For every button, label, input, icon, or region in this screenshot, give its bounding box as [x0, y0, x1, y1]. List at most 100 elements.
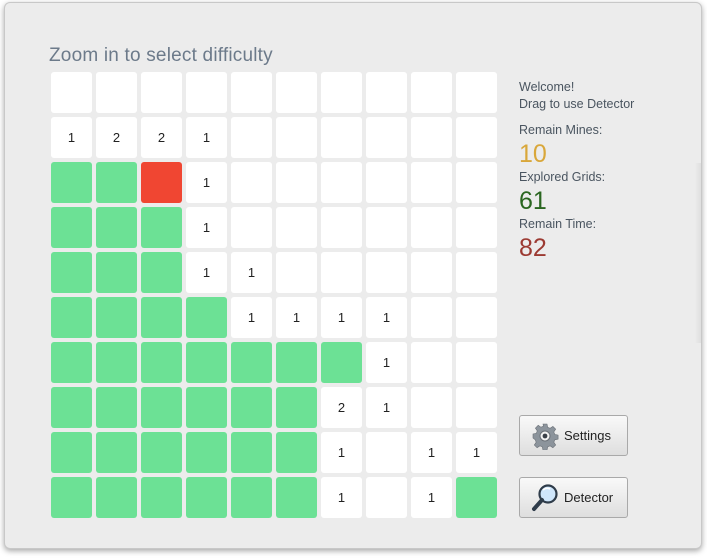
revealed-cell[interactable]: 1	[186, 207, 227, 248]
revealed-cell[interactable]	[456, 207, 497, 248]
revealed-cell[interactable]	[321, 207, 362, 248]
covered-cell[interactable]	[96, 477, 137, 518]
revealed-cell[interactable]: 1	[186, 117, 227, 158]
revealed-cell[interactable]: 1	[51, 117, 92, 158]
revealed-cell[interactable]	[231, 117, 272, 158]
covered-cell[interactable]	[456, 477, 497, 518]
covered-cell[interactable]	[51, 477, 92, 518]
covered-cell[interactable]	[141, 297, 182, 338]
revealed-cell[interactable]	[366, 162, 407, 203]
minefield-board[interactable]: 12211111111112111111	[51, 72, 501, 522]
revealed-cell[interactable]: 2	[96, 117, 137, 158]
revealed-cell[interactable]	[231, 207, 272, 248]
revealed-cell[interactable]: 1	[366, 387, 407, 428]
revealed-cell[interactable]	[366, 72, 407, 113]
covered-cell[interactable]	[141, 387, 182, 428]
revealed-cell[interactable]	[456, 297, 497, 338]
settings-button[interactable]: Settings	[519, 415, 628, 456]
covered-cell[interactable]	[276, 477, 317, 518]
covered-cell[interactable]	[51, 162, 92, 203]
revealed-cell[interactable]	[141, 72, 182, 113]
revealed-cell[interactable]	[51, 72, 92, 113]
revealed-cell[interactable]	[276, 72, 317, 113]
revealed-cell[interactable]	[456, 117, 497, 158]
revealed-cell[interactable]: 1	[231, 252, 272, 293]
covered-cell[interactable]	[186, 387, 227, 428]
revealed-cell[interactable]	[456, 252, 497, 293]
revealed-cell[interactable]	[321, 117, 362, 158]
covered-cell[interactable]	[231, 387, 272, 428]
covered-cell[interactable]	[276, 387, 317, 428]
revealed-cell[interactable]: 2	[321, 387, 362, 428]
revealed-cell[interactable]	[231, 162, 272, 203]
revealed-cell[interactable]	[456, 162, 497, 203]
detector-button[interactable]: Detector	[519, 477, 628, 518]
revealed-cell[interactable]	[411, 387, 452, 428]
covered-cell[interactable]	[51, 432, 92, 473]
revealed-cell[interactable]	[276, 162, 317, 203]
covered-cell[interactable]	[231, 432, 272, 473]
covered-cell[interactable]	[186, 432, 227, 473]
revealed-cell[interactable]	[276, 207, 317, 248]
revealed-cell[interactable]: 1	[411, 432, 452, 473]
revealed-cell[interactable]	[366, 117, 407, 158]
revealed-cell[interactable]	[186, 72, 227, 113]
covered-cell[interactable]	[51, 297, 92, 338]
covered-cell[interactable]	[141, 477, 182, 518]
covered-cell[interactable]	[96, 162, 137, 203]
covered-cell[interactable]	[186, 297, 227, 338]
covered-cell[interactable]	[141, 432, 182, 473]
revealed-cell[interactable]	[321, 252, 362, 293]
revealed-cell[interactable]	[366, 252, 407, 293]
covered-cell[interactable]	[96, 252, 137, 293]
covered-cell[interactable]	[51, 207, 92, 248]
covered-cell[interactable]	[186, 477, 227, 518]
revealed-cell[interactable]	[411, 252, 452, 293]
revealed-cell[interactable]	[231, 72, 272, 113]
covered-cell[interactable]	[51, 252, 92, 293]
revealed-cell[interactable]: 1	[321, 297, 362, 338]
revealed-cell[interactable]	[411, 162, 452, 203]
revealed-cell[interactable]	[276, 117, 317, 158]
revealed-cell[interactable]: 1	[456, 432, 497, 473]
covered-cell[interactable]	[141, 252, 182, 293]
covered-cell[interactable]	[96, 342, 137, 383]
revealed-cell[interactable]: 1	[366, 342, 407, 383]
covered-cell[interactable]	[186, 342, 227, 383]
revealed-cell[interactable]	[321, 72, 362, 113]
revealed-cell[interactable]	[366, 477, 407, 518]
revealed-cell[interactable]	[456, 342, 497, 383]
covered-cell[interactable]	[141, 342, 182, 383]
revealed-cell[interactable]	[411, 117, 452, 158]
revealed-cell[interactable]: 1	[231, 297, 272, 338]
revealed-cell[interactable]	[411, 72, 452, 113]
covered-cell[interactable]	[321, 342, 362, 383]
revealed-cell[interactable]	[321, 162, 362, 203]
covered-cell[interactable]	[141, 207, 182, 248]
revealed-cell[interactable]: 1	[366, 297, 407, 338]
revealed-cell[interactable]: 1	[321, 477, 362, 518]
covered-cell[interactable]	[51, 387, 92, 428]
revealed-cell[interactable]	[456, 387, 497, 428]
revealed-cell[interactable]: 1	[321, 432, 362, 473]
covered-cell[interactable]	[231, 477, 272, 518]
revealed-cell[interactable]	[411, 342, 452, 383]
revealed-cell[interactable]: 1	[411, 477, 452, 518]
revealed-cell[interactable]	[366, 432, 407, 473]
covered-cell[interactable]	[276, 432, 317, 473]
covered-cell[interactable]	[96, 297, 137, 338]
revealed-cell[interactable]: 1	[276, 297, 317, 338]
covered-cell[interactable]	[96, 432, 137, 473]
covered-cell[interactable]	[276, 342, 317, 383]
revealed-cell[interactable]: 1	[186, 162, 227, 203]
revealed-cell[interactable]: 2	[141, 117, 182, 158]
covered-cell[interactable]	[51, 342, 92, 383]
revealed-cell[interactable]	[411, 297, 452, 338]
mine-cell[interactable]	[141, 162, 182, 203]
revealed-cell[interactable]	[96, 72, 137, 113]
covered-cell[interactable]	[96, 387, 137, 428]
covered-cell[interactable]	[231, 342, 272, 383]
revealed-cell[interactable]	[366, 207, 407, 248]
revealed-cell[interactable]	[276, 252, 317, 293]
covered-cell[interactable]	[96, 207, 137, 248]
